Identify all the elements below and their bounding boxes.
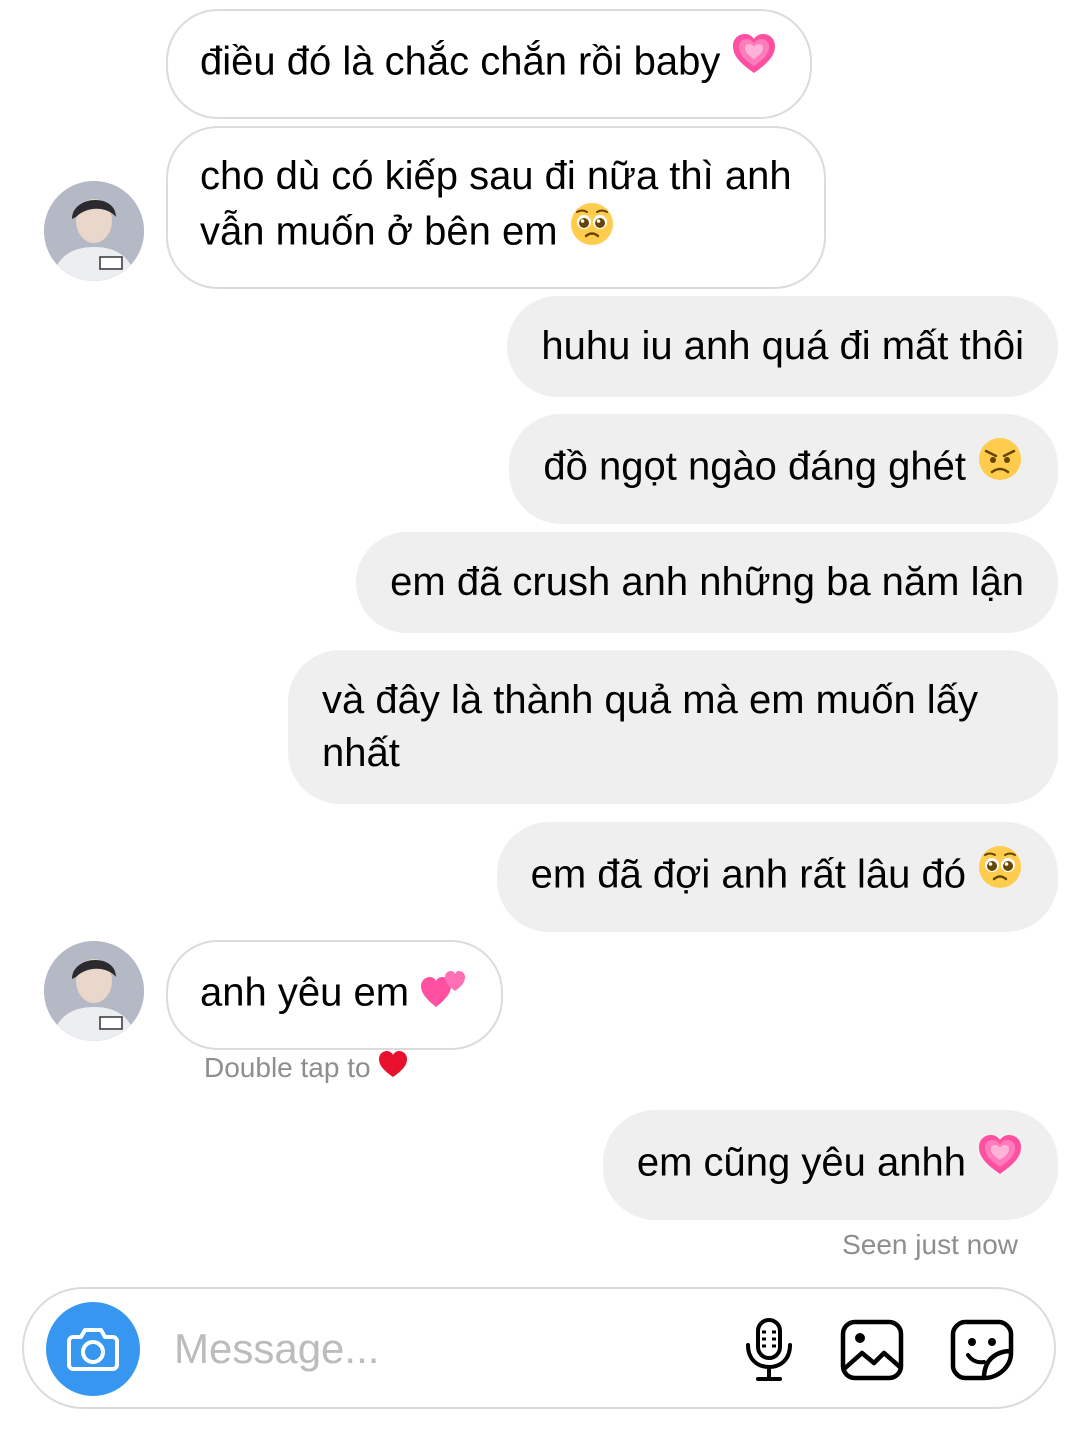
message-text: điều đó là chắc chắn rồi baby [200,39,721,84]
red-heart-icon [378,1050,408,1085]
incoming-message-bubble[interactable]: anh yêu em [166,940,504,1050]
message-line: và đây là thành quả mà em muốn lấy [322,678,978,722]
angry-face-emoji [976,435,1024,497]
message-text: em đã đợi anh rất lâu đó [530,852,966,897]
message-input[interactable] [174,1319,714,1379]
outgoing-message-bubble[interactable]: và đây là thành quả mà em muốn lấy nhất [288,650,1058,804]
microphone-icon [746,1318,792,1381]
outgoing-message-bubble[interactable]: đồ ngọt ngào đáng ghét [509,414,1058,524]
image-icon [840,1319,904,1381]
pleading-face-emoji [976,843,1024,905]
outgoing-message-bubble[interactable]: huhu iu anh quá đi mất thôi [507,296,1058,397]
message-thread[interactable]: điều đó là chắc chắn rồi baby cho dù có … [0,0,1080,1430]
avatar[interactable] [44,181,144,281]
incoming-message-bubble[interactable]: cho dù có kiếp sau đi nữa thì anh vẫn mu… [166,126,826,289]
gallery-button[interactable] [840,1319,904,1386]
message-text: em cũng yêu anhh [636,1140,966,1185]
outgoing-message-bubble[interactable]: em đã crush anh những ba năm lận [356,532,1058,633]
seen-status: Seen just now [842,1229,1018,1260]
incoming-message-bubble[interactable]: điều đó là chắc chắn rồi baby [166,9,813,119]
message-text: huhu iu anh quá đi mất thôi [541,324,1024,368]
growing-heart-emoji [976,1131,1024,1193]
pleading-face-emoji [568,200,616,262]
message-line: vẫn muốn ở bên em [200,209,558,254]
message-line: cho dù có kiếp sau đi nữa thì anh [200,154,792,198]
message-text: em đã crush anh những ba năm lận [390,560,1024,604]
growing-heart-emoji [730,30,778,92]
sticker-icon [950,1319,1014,1381]
microphone-button[interactable] [742,1317,796,1388]
outgoing-message-bubble[interactable]: em cũng yêu anhh [602,1110,1058,1220]
double-tap-hint: Double tap to [204,1050,408,1087]
camera-button[interactable] [46,1302,140,1396]
two-hearts-emoji [419,961,469,1023]
message-line: nhất [322,731,400,775]
message-composer [22,1287,1056,1409]
camera-icon [67,1328,119,1371]
outgoing-message-bubble[interactable]: em đã đợi anh rất lâu đó [496,822,1058,932]
double-tap-text: Double tap to [204,1052,371,1083]
avatar[interactable] [44,941,144,1041]
sticker-button[interactable] [950,1319,1014,1386]
message-text: đồ ngọt ngào đáng ghét [543,444,966,489]
message-text: anh yêu em [200,970,410,1015]
